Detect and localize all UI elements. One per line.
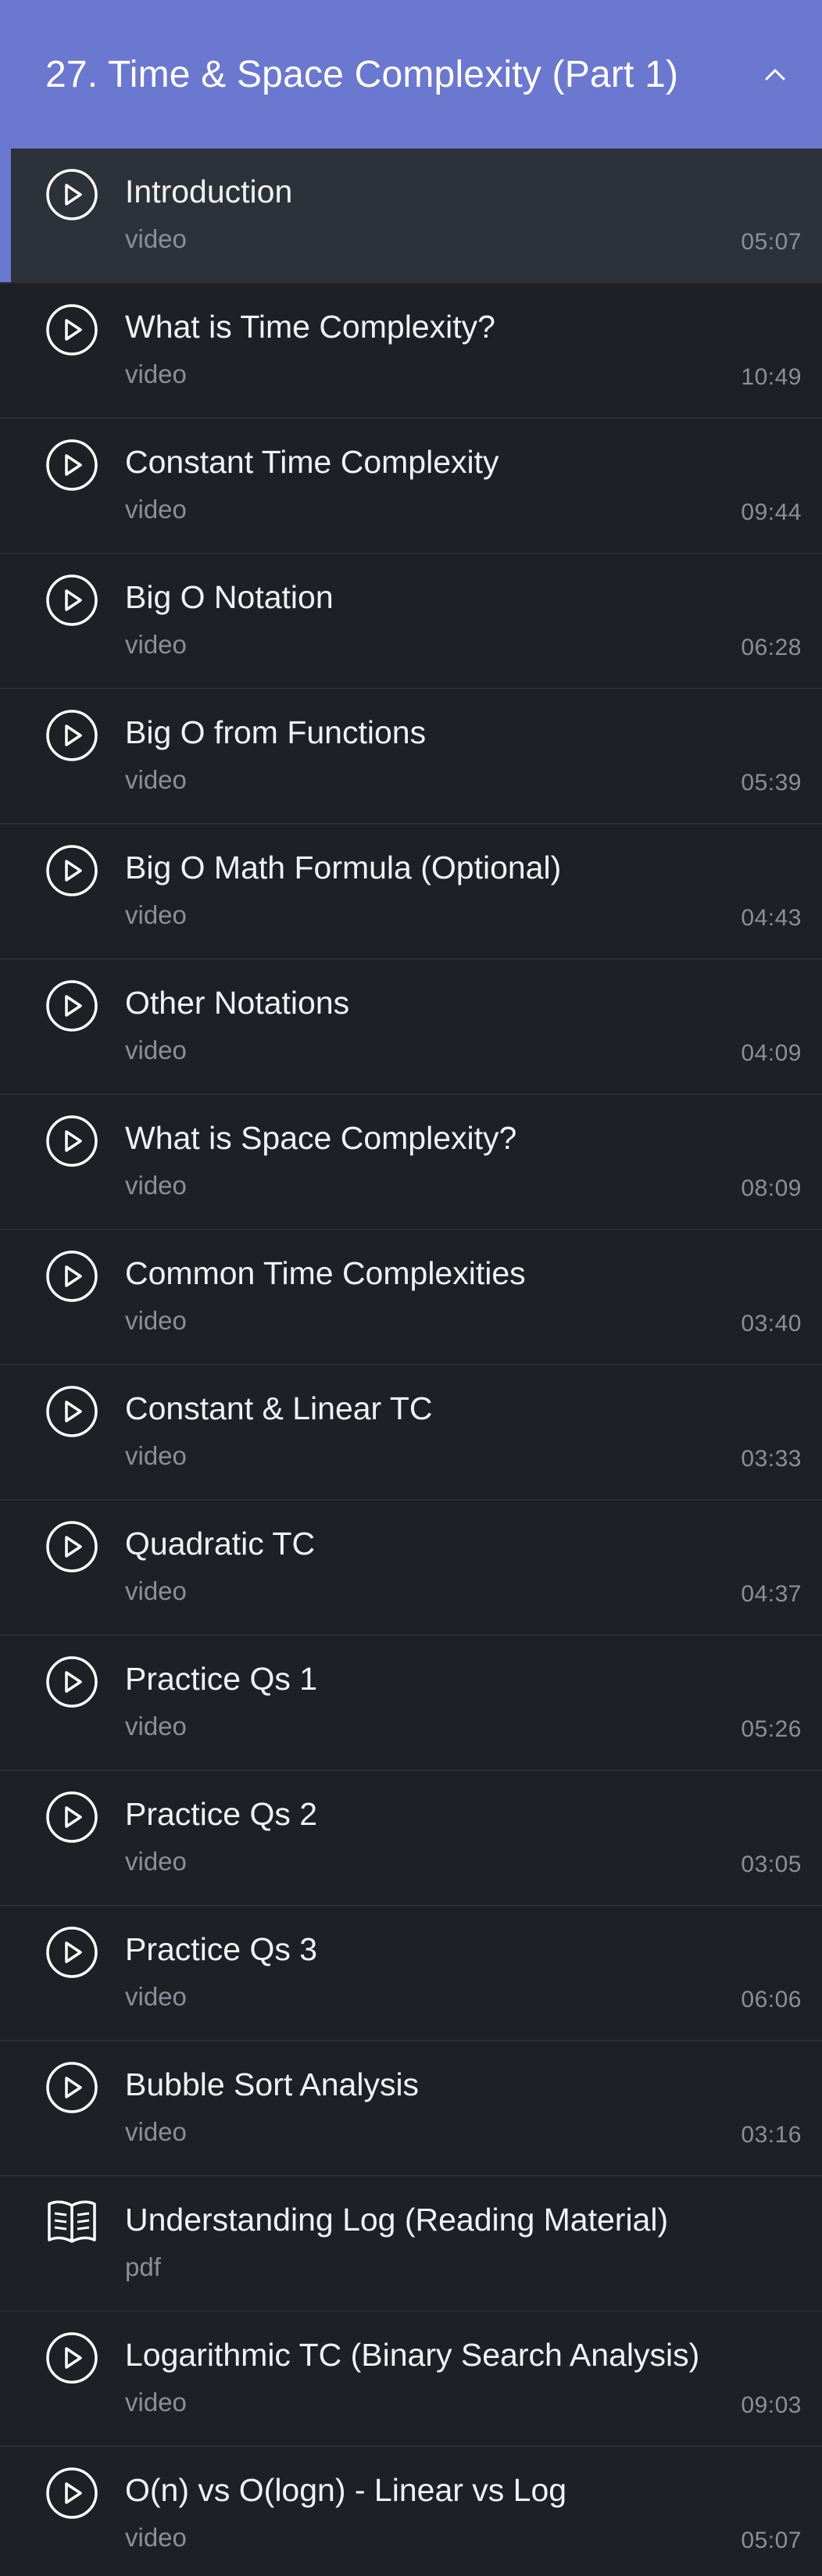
play-circle-icon bbox=[45, 1655, 98, 1708]
lesson-title: Introduction bbox=[125, 174, 293, 209]
lesson-duration: 03:05 bbox=[741, 1852, 802, 1877]
lesson-duration: 05:26 bbox=[741, 1716, 802, 1742]
lesson-duration: 06:06 bbox=[741, 1987, 802, 2012]
lesson-type: video bbox=[125, 224, 187, 253]
lesson-item[interactable]: Big O Math Formula (Optional) video 04:43 bbox=[0, 825, 822, 960]
lesson-item[interactable]: Constant Time Complexity video 09:44 bbox=[0, 419, 822, 554]
chevron-up-icon bbox=[765, 69, 785, 80]
play-circle-icon bbox=[45, 1385, 98, 1438]
section-header[interactable]: 27. Time & Space Complexity (Part 1) bbox=[0, 0, 822, 148]
lesson-duration: 04:37 bbox=[741, 1581, 802, 1607]
lesson-title: Constant & Linear TC bbox=[125, 1390, 433, 1426]
lesson-type: video bbox=[125, 2117, 187, 2146]
lesson-duration: 06:28 bbox=[741, 635, 802, 660]
lesson-type: video bbox=[125, 1306, 187, 1335]
lesson-item[interactable]: Introduction video 05:07 bbox=[0, 148, 822, 284]
play-circle-icon bbox=[45, 1926, 98, 1979]
lesson-title: Other Notations bbox=[125, 985, 350, 1021]
lesson-title: Big O from Functions bbox=[125, 714, 427, 750]
play-circle-icon bbox=[45, 979, 98, 1032]
lesson-type: video bbox=[125, 2388, 187, 2417]
lesson-title: Big O Notation bbox=[125, 579, 334, 615]
lesson-title: Bubble Sort Analysis bbox=[125, 2066, 420, 2102]
lesson-item[interactable]: What is Space Complexity? video 08:09 bbox=[0, 1095, 822, 1230]
lesson-item[interactable]: O(n) vs O(logn) - Linear vs Log video 05:0… bbox=[0, 2447, 822, 2576]
lesson-type: video bbox=[125, 1171, 187, 1200]
lesson-type: video bbox=[125, 1576, 187, 1605]
lesson-duration: 05:07 bbox=[741, 2528, 802, 2553]
lesson-item[interactable]: Practice Qs 3 video 06:06 bbox=[0, 1906, 822, 2041]
lesson-duration: 09:03 bbox=[741, 2392, 802, 2418]
lesson-type: pdf bbox=[125, 2252, 161, 2281]
lesson-type: video bbox=[125, 1982, 187, 2011]
lesson-title: Practice Qs 2 bbox=[125, 1796, 318, 1832]
lesson-type: video bbox=[125, 1441, 187, 1470]
lesson-title: Practice Qs 1 bbox=[125, 1661, 318, 1697]
lesson-type: video bbox=[125, 1712, 187, 1741]
lesson-type: video bbox=[125, 765, 187, 794]
lesson-item[interactable]: Other Notations video 04:09 bbox=[0, 960, 822, 1095]
lesson-type: video bbox=[125, 495, 187, 524]
lesson-duration: 09:44 bbox=[741, 499, 802, 525]
play-circle-icon bbox=[45, 2467, 98, 2520]
lesson-title: What is Time Complexity? bbox=[125, 309, 495, 345]
book-icon bbox=[45, 2196, 98, 2249]
lesson-item[interactable]: Big O from Functions video 05:39 bbox=[0, 689, 822, 825]
play-circle-icon bbox=[45, 1791, 98, 1844]
play-circle-icon bbox=[45, 1520, 98, 1573]
lesson-duration: 04:09 bbox=[741, 1040, 802, 1066]
play-circle-icon bbox=[45, 2061, 98, 2114]
play-circle-icon bbox=[45, 2331, 98, 2385]
lesson-item[interactable]: Logarithmic TC (Binary Search Analysis) v… bbox=[0, 2312, 822, 2447]
lesson-type: video bbox=[125, 360, 187, 388]
lesson-title: Logarithmic TC (Binary Search Analysis) bbox=[125, 2337, 700, 2373]
play-circle-icon bbox=[45, 303, 98, 356]
play-circle-icon bbox=[45, 1114, 98, 1168]
lesson-list: Introduction video 05:07 What is Time Compl… bbox=[0, 148, 822, 2576]
lesson-duration: 05:07 bbox=[741, 229, 802, 255]
lesson-duration: 08:09 bbox=[741, 1175, 802, 1201]
lesson-item[interactable]: Practice Qs 1 video 05:26 bbox=[0, 1636, 822, 1771]
lesson-title: What is Space Complexity? bbox=[125, 1120, 517, 1156]
lesson-item[interactable]: Bubble Sort Analysis video 03:16 bbox=[0, 2041, 822, 2177]
lesson-title: Understanding Log (Reading Material) bbox=[125, 2202, 669, 2238]
lesson-item[interactable]: Big O Notation video 06:28 bbox=[0, 554, 822, 689]
collapse-button[interactable] bbox=[752, 51, 799, 98]
play-circle-icon bbox=[45, 709, 98, 762]
lesson-item[interactable]: Practice Qs 2 video 03:05 bbox=[0, 1771, 822, 1906]
lesson-duration: 03:16 bbox=[741, 2122, 802, 2148]
lesson-title: Practice Qs 3 bbox=[125, 1931, 318, 1967]
play-circle-icon bbox=[45, 438, 98, 492]
section-title: 27. Time & Space Complexity (Part 1) bbox=[45, 53, 679, 95]
play-circle-icon bbox=[45, 844, 98, 897]
lesson-item[interactable]: Common Time Complexities video 03:40 bbox=[0, 1230, 822, 1365]
lesson-title: Constant Time Complexity bbox=[125, 444, 499, 480]
play-circle-icon bbox=[45, 1250, 98, 1303]
lesson-item[interactable]: Understanding Log (Reading Material) pdf bbox=[0, 2177, 822, 2312]
lesson-item[interactable]: Quadratic TC video 04:37 bbox=[0, 1501, 822, 1636]
lesson-type: video bbox=[125, 630, 187, 659]
lesson-duration: 03:40 bbox=[741, 1311, 802, 1336]
lesson-duration: 10:49 bbox=[741, 364, 802, 390]
lesson-item[interactable]: What is Time Complexity? video 10:49 bbox=[0, 284, 822, 419]
lesson-title: Quadratic TC bbox=[125, 1526, 316, 1562]
lesson-type: video bbox=[125, 1847, 187, 1876]
lesson-duration: 04:43 bbox=[741, 905, 802, 931]
lesson-type: video bbox=[125, 900, 187, 929]
lesson-title: Common Time Complexities bbox=[125, 1255, 526, 1291]
lesson-duration: 05:39 bbox=[741, 770, 802, 796]
lesson-type: video bbox=[125, 1036, 187, 1064]
lesson-title: O(n) vs O(logn) - Linear vs Log bbox=[125, 2472, 567, 2508]
play-circle-icon bbox=[45, 574, 98, 627]
lesson-duration: 03:33 bbox=[741, 1446, 802, 1472]
play-circle-icon bbox=[45, 168, 98, 221]
lesson-type: video bbox=[125, 2523, 187, 2552]
lesson-title: Big O Math Formula (Optional) bbox=[125, 850, 562, 886]
lesson-item[interactable]: Constant & Linear TC video 03:33 bbox=[0, 1365, 822, 1501]
